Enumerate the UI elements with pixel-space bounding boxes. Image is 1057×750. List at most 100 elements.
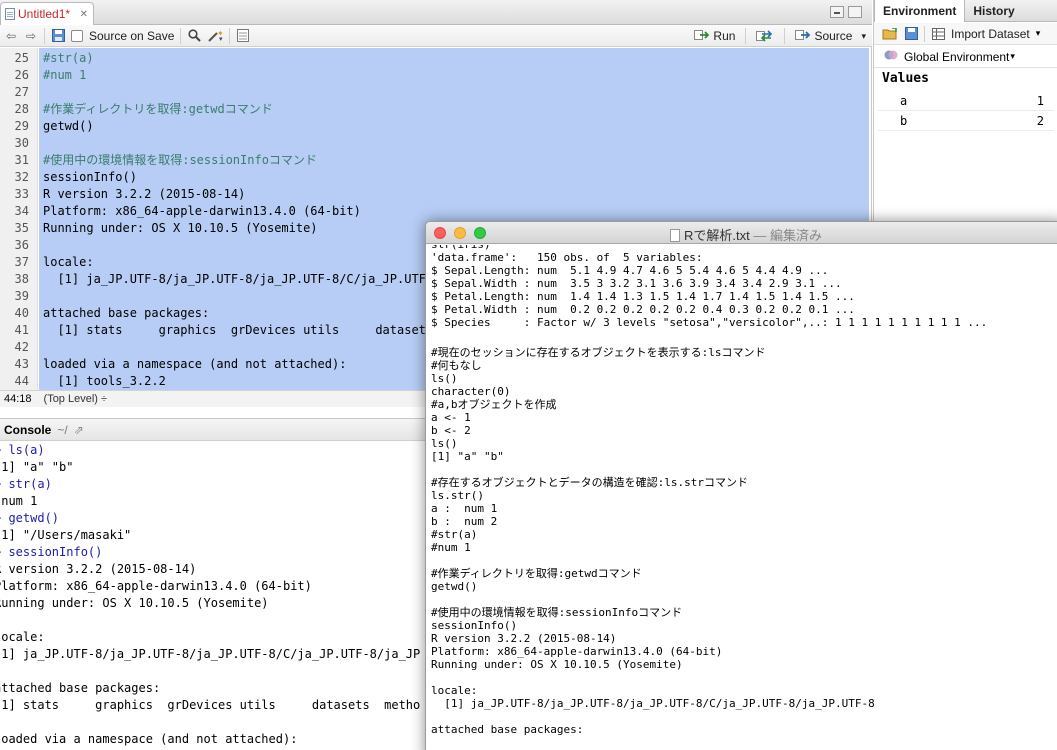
tab-environment[interactable]: Environment	[874, 0, 966, 22]
import-dataset-button[interactable]: Import Dataset	[951, 27, 1030, 41]
chevron-down-icon[interactable]: ▾	[861, 31, 866, 42]
document-line: b : num 2	[431, 515, 498, 528]
code-line[interactable]: 34 Platform: x86_64-apple-darwin13.4.0 (6…	[0, 203, 868, 220]
document-line: $ Petal.Width : num 0.2 0.2 0.2 0.2 0.2 …	[431, 303, 855, 316]
pane-window-controls	[830, 6, 862, 18]
document-line: a : num 1	[431, 502, 498, 515]
working-directory-path: ~/	[57, 422, 68, 437]
line-number: 33	[14, 187, 29, 201]
line-number: 26	[14, 68, 29, 82]
code-line[interactable]: 31 #使用中の環境情報を取得:sessionInfoコマンド	[0, 152, 868, 169]
desktop: Untitled1* ✕ ⇦ ⇨ Source on Save ✦ ▾ Run …	[0, 0, 1057, 750]
console-title: Console	[4, 422, 52, 437]
rerun-icon[interactable]	[756, 28, 774, 44]
document-line: a <- 1	[431, 411, 471, 424]
code-text: [1] ja_JP.UTF-8/ja_JP.UTF-8/ja_JP.UTF-8/…	[43, 272, 426, 286]
document-line: #存在するオブジェクトとデータの構造を確認:ls.strコマンド	[431, 476, 748, 489]
open-folder-icon[interactable]	[882, 26, 898, 42]
document-line: locale:	[431, 684, 478, 697]
line-number: 25	[14, 51, 29, 65]
line-number: 28	[14, 102, 29, 116]
code-text: loaded via a namespace (and not attached…	[43, 357, 347, 371]
line-number: 39	[14, 289, 29, 303]
code-text: Running under: OS X 10.10.5 (Yosemite)	[43, 221, 318, 235]
document-line: [1] ja_JP.UTF-8/ja_JP.UTF-8/ja_JP.UTF-8/…	[431, 697, 875, 710]
run-arrow-icon	[694, 29, 710, 44]
code-line[interactable]: 29 getwd()	[0, 118, 868, 135]
tab-history[interactable]: History	[965, 0, 1022, 22]
document-line: $ Species : Factor w/ 3 levels "setosa",…	[431, 316, 988, 329]
document-line: ls.str()	[431, 489, 484, 502]
code-text: locale:	[43, 255, 94, 269]
document-line: #num 1	[431, 541, 471, 554]
code-line[interactable]: 25 #str(a)	[0, 50, 868, 67]
toolbar-divider	[44, 27, 45, 44]
env-variable-row[interactable]: b 2	[878, 111, 1054, 131]
code-text: sessionInfo()	[43, 170, 137, 184]
chevron-down-icon[interactable]: ▾	[1010, 51, 1015, 62]
textedit-document[interactable]: str(iris)'data.frame': 150 obs. of 5 var…	[426, 245, 1057, 750]
env-variable-name: a	[900, 93, 908, 108]
back-arrow-icon[interactable]: ⇦	[4, 28, 18, 44]
code-line[interactable]: 28 #作業ディレクトリを取得:getwdコマンド	[0, 101, 868, 118]
document-line: Platform: x86_64-apple-darwin13.4.0 (64-…	[431, 645, 723, 658]
line-number: 41	[14, 323, 29, 337]
code-text: R version 3.2.2 (2015-08-14)	[43, 187, 246, 201]
magic-wand-icon[interactable]: ✦ ▾	[207, 28, 223, 44]
close-icon[interactable]: ✕	[80, 9, 88, 20]
textedit-titlebar[interactable]: Rで解析.txt — 編集済み	[426, 222, 1057, 244]
code-text: #str(a)	[43, 51, 94, 65]
forward-arrow-icon[interactable]: ⇨	[24, 28, 38, 44]
document-line: b <- 2	[431, 424, 471, 437]
env-variable-row[interactable]: a 1	[878, 91, 1054, 111]
source-on-save-label: Source on Save	[89, 28, 175, 43]
source-button[interactable]: Source ▾	[795, 29, 866, 44]
document-line: ls()	[431, 437, 458, 450]
document-line: attached base packages:	[431, 723, 584, 736]
line-number: 29	[14, 119, 29, 133]
code-line[interactable]: 27	[0, 84, 868, 101]
code-text: #作業ディレクトリを取得:getwdコマンド	[43, 102, 273, 116]
go-to-directory-icon[interactable]: ⇗	[74, 423, 84, 437]
environment-tabbar: Environment History	[874, 0, 1057, 22]
run-button[interactable]: Run	[694, 29, 735, 44]
env-variable-name: b	[900, 113, 908, 128]
window-title: Rで解析.txt — 編集済み	[426, 225, 1057, 244]
toolbar-divider	[229, 27, 231, 44]
line-number: 40	[14, 306, 29, 320]
tab-untitled1[interactable]: Untitled1* ✕	[0, 2, 94, 25]
global-environment-dropdown[interactable]: Global Environment	[904, 50, 1009, 64]
document-line: R version 3.2.2 (2015-08-14)	[431, 632, 617, 645]
save-workspace-icon[interactable]	[904, 26, 918, 42]
source-arrow-icon	[795, 29, 811, 44]
line-number: 32	[14, 170, 29, 184]
document-line: #作業ディレクトリを取得:getwdコマンド	[431, 567, 642, 580]
minimize-pane-button[interactable]	[830, 6, 844, 18]
toolbar-divider	[180, 27, 182, 44]
line-number: 30	[14, 136, 29, 150]
save-icon[interactable]	[51, 28, 65, 44]
compile-report-icon[interactable]	[236, 28, 250, 44]
code-text: attached base packages:	[43, 306, 210, 320]
line-number: 35	[14, 221, 29, 235]
document-line: $ Sepal.Width : num 3.5 3 3.2 3.1 3.6 3.…	[431, 277, 842, 290]
chevron-down-icon[interactable]: ▾	[1036, 28, 1041, 39]
document-icon	[670, 229, 680, 242]
line-number: 44	[14, 374, 29, 388]
scope-dropdown[interactable]: (Top Level) ÷	[44, 393, 108, 405]
maximize-pane-button[interactable]	[848, 6, 862, 18]
document-line: getwd()	[431, 580, 478, 593]
line-number: 38	[14, 272, 29, 286]
search-icon[interactable]	[187, 28, 201, 44]
toolbar-divider	[784, 28, 786, 44]
code-line[interactable]: 33 R version 3.2.2 (2015-08-14)	[0, 186, 868, 203]
editor-tabbar: Untitled1* ✕	[0, 0, 872, 25]
source-on-save-checkbox[interactable]	[71, 29, 83, 42]
r-file-icon	[5, 8, 15, 20]
document-line: #a,bオブジェクトを作成	[431, 398, 557, 411]
code-line[interactable]: 26 #num 1	[0, 67, 868, 84]
document-line: #何もなし	[431, 359, 482, 372]
code-line[interactable]: 32 sessionInfo()	[0, 169, 868, 186]
document-line: character(0)	[431, 385, 511, 398]
code-line[interactable]: 30	[0, 135, 868, 152]
